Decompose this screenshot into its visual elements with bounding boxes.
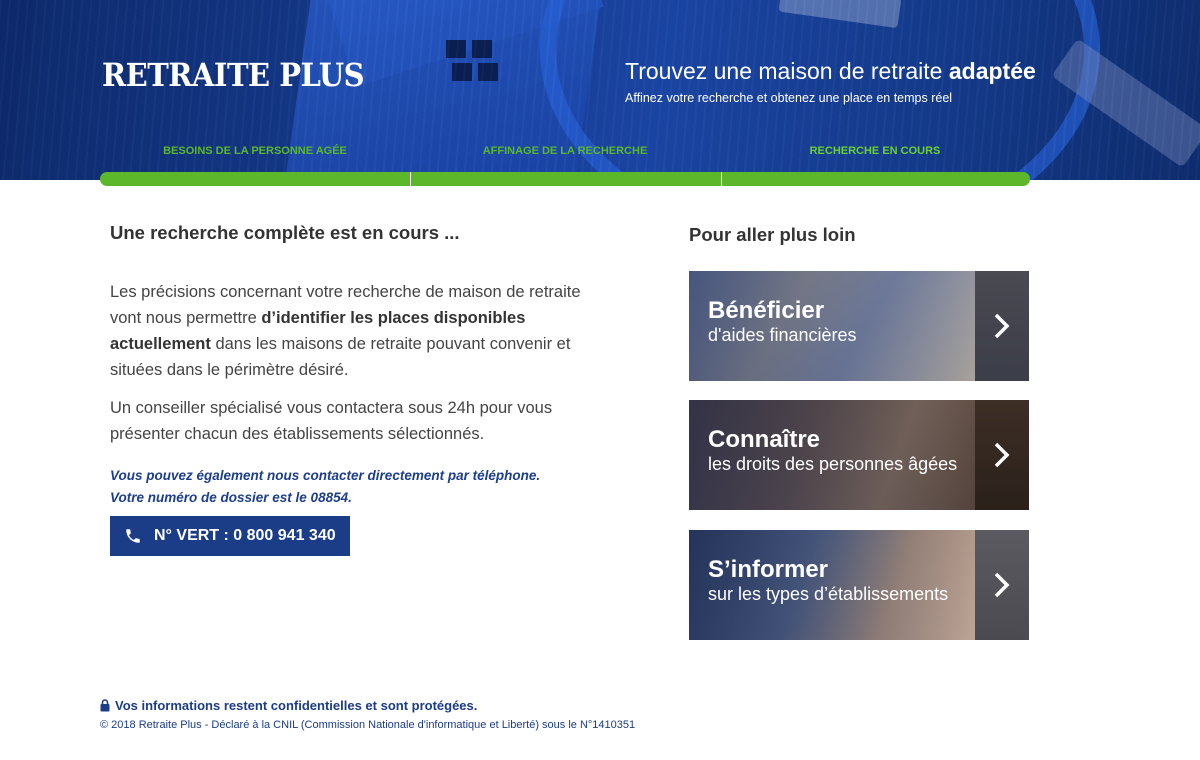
site-logo[interactable]: RETRAITE PLUS <box>102 56 365 93</box>
tagline-main: Trouvez une maison de retraite adaptée <box>625 58 1036 85</box>
step-label: Affinage de la recherche <box>482 145 648 157</box>
tagline-text: Trouvez une maison de retraite <box>625 58 943 84</box>
progress-separator <box>721 172 722 186</box>
privacy-text: Vos informations restent confidentielles… <box>115 698 478 713</box>
main-content: Une recherche complète est en cours ... … <box>110 222 610 509</box>
card-subtitle: d'aides financières <box>708 325 857 345</box>
step-label: Besoins de la personne agée <box>163 145 347 157</box>
card-title: Connaître <box>708 426 821 453</box>
card-arrow[interactable] <box>975 530 1029 640</box>
header-tagline: Trouvez une maison de retraite adaptée A… <box>625 58 1036 105</box>
card-establishment-types[interactable]: S’informer sur les types d’établissement… <box>689 530 1029 640</box>
step-label: Recherche en cours <box>809 145 941 157</box>
chevron-right-icon <box>994 442 1010 468</box>
call-button[interactable]: N° VERT : 0 800 941 340 <box>110 516 350 556</box>
sidebar-title: Pour aller plus loin <box>689 224 856 245</box>
card-subtitle: sur les types d’établissements <box>708 584 949 604</box>
tagline-emphasis: adaptée <box>948 58 1036 84</box>
file-number-line: Votre numéro de dossier est le 08854. <box>110 490 352 505</box>
chevron-right-icon <box>994 313 1010 339</box>
card-title: S’informer <box>708 556 829 583</box>
phone-icon <box>126 529 140 543</box>
privacy-notice: Vos informations restent confidentielles… <box>100 698 635 713</box>
card-subtitle: les droits des personnes âgées <box>708 454 958 474</box>
copyright: © 2018 Retraite Plus - Déclaré à la CNIL… <box>100 719 636 731</box>
progress-separator <box>410 172 411 186</box>
card-rights[interactable]: Connaître les droits des personnes âgées <box>689 400 1029 510</box>
card-text: S’informer sur les types d’établissement… <box>708 557 948 605</box>
tagline-subtitle: Affinez votre recherche et obtenez une p… <box>625 91 953 105</box>
card-arrow[interactable] <box>975 400 1029 510</box>
progress-steps: Besoins de la personne agée Affinage de … <box>100 145 1030 165</box>
footer: Vos informations restent confidentielles… <box>100 698 635 731</box>
progress-bar <box>100 172 1030 186</box>
contact-note-line: Vous pouvez également nous contacter dir… <box>110 468 541 483</box>
card-financial-aid[interactable]: Bénéficier d'aides financières <box>689 271 1029 381</box>
page-title: Une recherche complète est en cours ... <box>110 222 460 243</box>
card-text: Bénéficier d'aides financières <box>708 298 857 346</box>
advisor-paragraph: Un conseiller spécialisé vous contactera… <box>110 399 553 443</box>
chevron-right-icon <box>994 572 1010 598</box>
card-arrow[interactable] <box>975 271 1029 381</box>
card-text: Connaître les droits des personnes âgées <box>708 427 957 475</box>
intro-paragraph: Les précisions concernant votre recherch… <box>110 279 610 383</box>
call-button-label: N° VERT : 0 800 941 340 <box>154 527 336 544</box>
card-title: Bénéficier <box>708 297 825 324</box>
contact-note: Vous pouvez également nous contacter dir… <box>110 465 610 509</box>
lock-icon <box>100 699 110 712</box>
